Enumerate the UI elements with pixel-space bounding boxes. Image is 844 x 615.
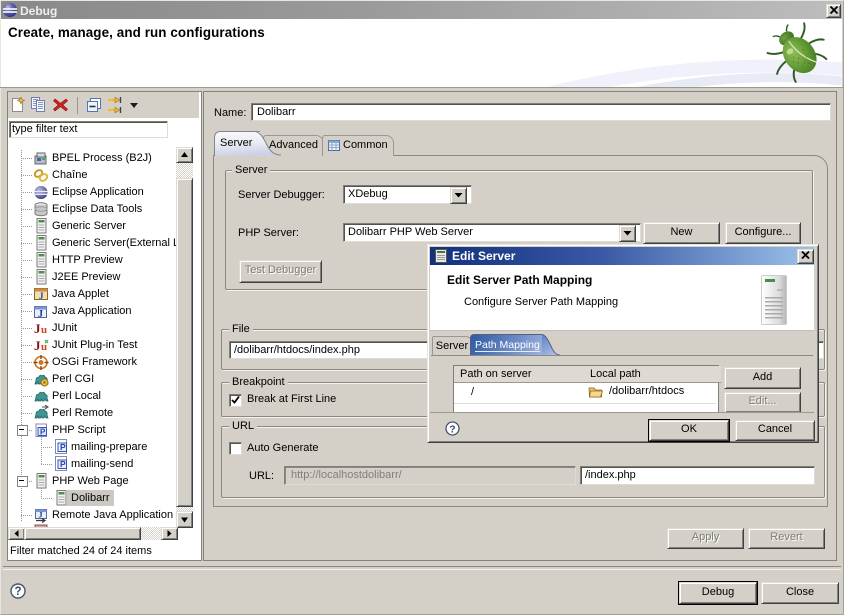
svg-text:?: ? [14, 586, 21, 598]
svg-text:J: J [39, 291, 44, 301]
svg-text:J: J [39, 511, 43, 520]
svg-text:?: ? [449, 423, 455, 435]
svg-text:P: P [40, 428, 46, 437]
